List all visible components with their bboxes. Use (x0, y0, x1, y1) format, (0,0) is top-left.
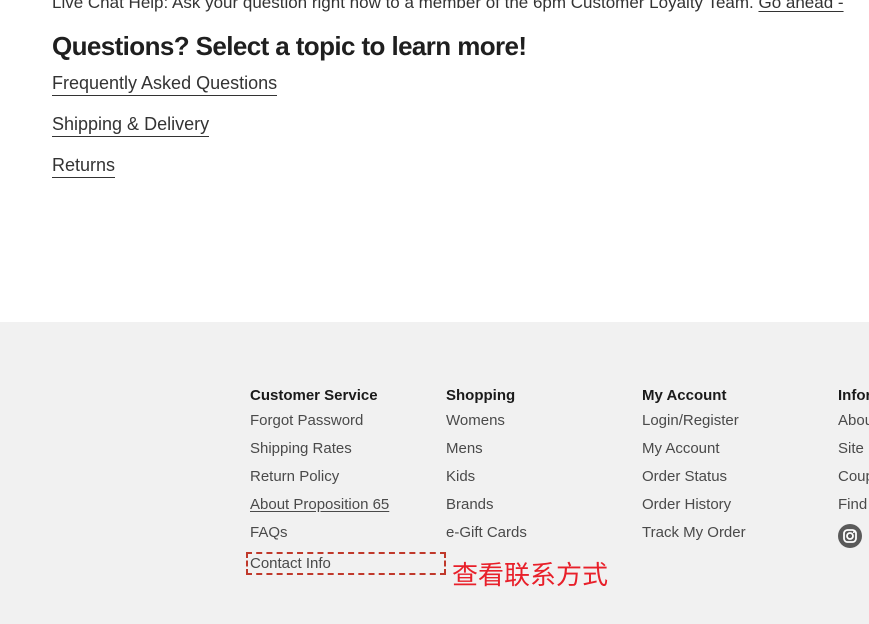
footer-link-coupons[interactable]: Coup (838, 463, 869, 491)
topic-link-shipping-delivery[interactable]: Shipping & Delivery (52, 113, 210, 137)
footer-heading-shopping: Shopping (446, 387, 516, 404)
footer-column-my-account: My Account Login/Register My Account Ord… (642, 385, 746, 547)
annotation-label: 查看联系方式 (452, 561, 609, 591)
footer-link-return-policy[interactable]: Return Policy (250, 463, 389, 491)
footer-link-forgot-password[interactable]: Forgot Password (250, 407, 389, 435)
footer-column-shopping: Shopping Womens Mens Kids Brands e-Gift … (446, 385, 527, 547)
footer-heading-information: Infor (838, 387, 869, 404)
footer-heading-customer-service: Customer Service (250, 387, 378, 404)
live-chat-text: Live Chat Help: Ask your question right … (52, 0, 754, 12)
footer-link-order-history[interactable]: Order History (642, 491, 746, 519)
instagram-icon[interactable] (838, 524, 862, 548)
topics-title: Questions? Select a topic to learn more! (52, 31, 527, 61)
footer-link-site-map[interactable]: Site M (838, 435, 869, 463)
footer-link-brands[interactable]: Brands (446, 491, 527, 519)
footer-link-find[interactable]: Find (838, 491, 869, 519)
topic-link-faq[interactable]: Frequently Asked Questions (52, 72, 278, 96)
footer-heading-my-account: My Account (642, 387, 727, 404)
footer-link-my-account[interactable]: My Account (642, 435, 746, 463)
annotation-highlight-box (246, 552, 446, 575)
footer-column-information: Infor Abou Site M Coup Find (838, 385, 869, 553)
footer-link-shipping-rates[interactable]: Shipping Rates (250, 435, 389, 463)
footer-link-track-my-order[interactable]: Track My Order (642, 519, 746, 547)
footer-link-about-proposition-65[interactable]: About Proposition 65 (250, 491, 389, 519)
footer-column-customer-service: Customer Service Forgot Password Shippin… (250, 385, 389, 547)
footer-link-egift-cards[interactable]: e-Gift Cards (446, 519, 527, 547)
footer-link-order-status[interactable]: Order Status (642, 463, 746, 491)
live-chat-link[interactable]: Go ahead - (758, 0, 843, 12)
site-footer: Customer Service Forgot Password Shippin… (0, 322, 869, 624)
footer-link-about[interactable]: Abou (838, 407, 869, 435)
footer-link-about-proposition-65-label: About Proposition 65 (250, 496, 390, 513)
help-section: Live Chat Help: Ask your question right … (0, 0, 869, 322)
footer-link-faqs[interactable]: FAQs (250, 519, 389, 547)
live-chat-help: Live Chat Help: Ask your question right … (52, 0, 844, 13)
footer-link-login-register[interactable]: Login/Register (642, 407, 746, 435)
footer-link-womens[interactable]: Womens (446, 407, 527, 435)
topic-link-returns[interactable]: Returns (52, 154, 116, 178)
footer-link-mens[interactable]: Mens (446, 435, 527, 463)
footer-link-kids[interactable]: Kids (446, 463, 527, 491)
